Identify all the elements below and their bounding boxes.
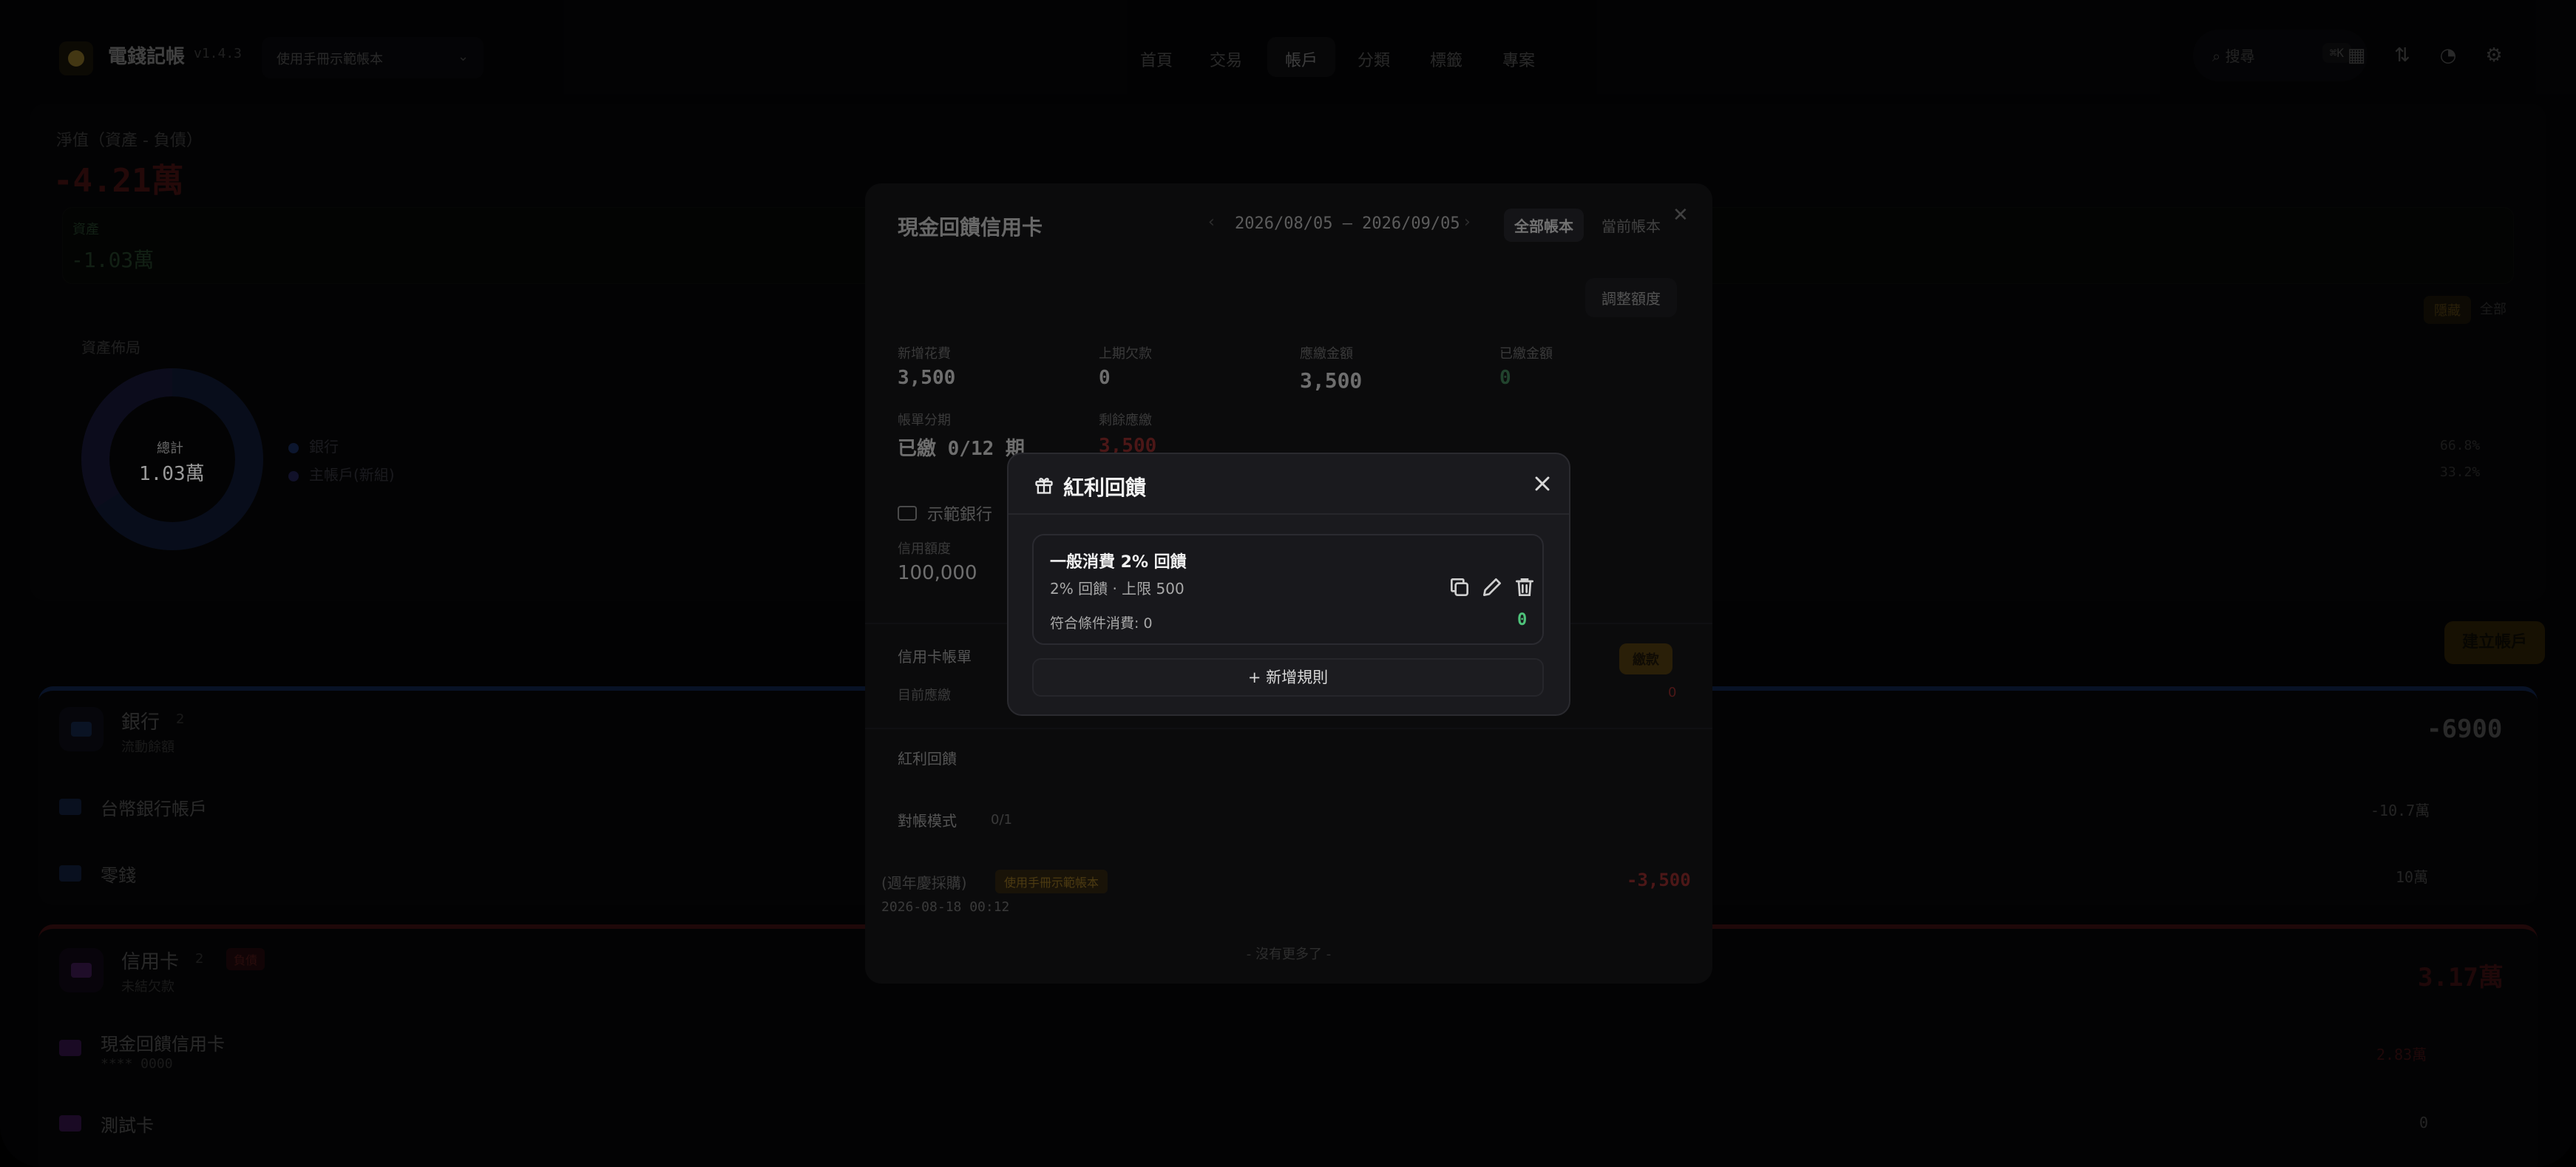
- donut-center-value: 1.03萬: [139, 463, 205, 485]
- copy-icon[interactable]: [1448, 575, 1471, 599]
- rebate-rule-card[interactable]: 一般消費 2% 回饋 2% 回饋 · 上限 500 符合條件消費: 0 0: [1032, 534, 1544, 645]
- rule-rebate-value: 0: [1517, 611, 1528, 629]
- close-icon[interactable]: [1531, 472, 1554, 495]
- rebate-modal: 紅利回饋 一般消費 2% 回饋 2% 回饋 · 上限 500 符合條件消費: 0…: [1007, 453, 1570, 716]
- rule-matched-spend: 符合條件消費: 0: [1050, 615, 1153, 632]
- rule-name: 一般消費 2% 回饋: [1050, 553, 1187, 572]
- trash-icon[interactable]: [1513, 575, 1536, 599]
- gift-icon: [1035, 478, 1053, 494]
- donut-center-label: 總計: [157, 441, 183, 456]
- rebate-modal-title: 紅利回饋: [1063, 476, 1147, 500]
- edit-icon[interactable]: [1480, 575, 1504, 599]
- rule-description: 2% 回饋 · 上限 500: [1050, 580, 1184, 598]
- add-rule-button[interactable]: + 新增規則: [1032, 658, 1544, 697]
